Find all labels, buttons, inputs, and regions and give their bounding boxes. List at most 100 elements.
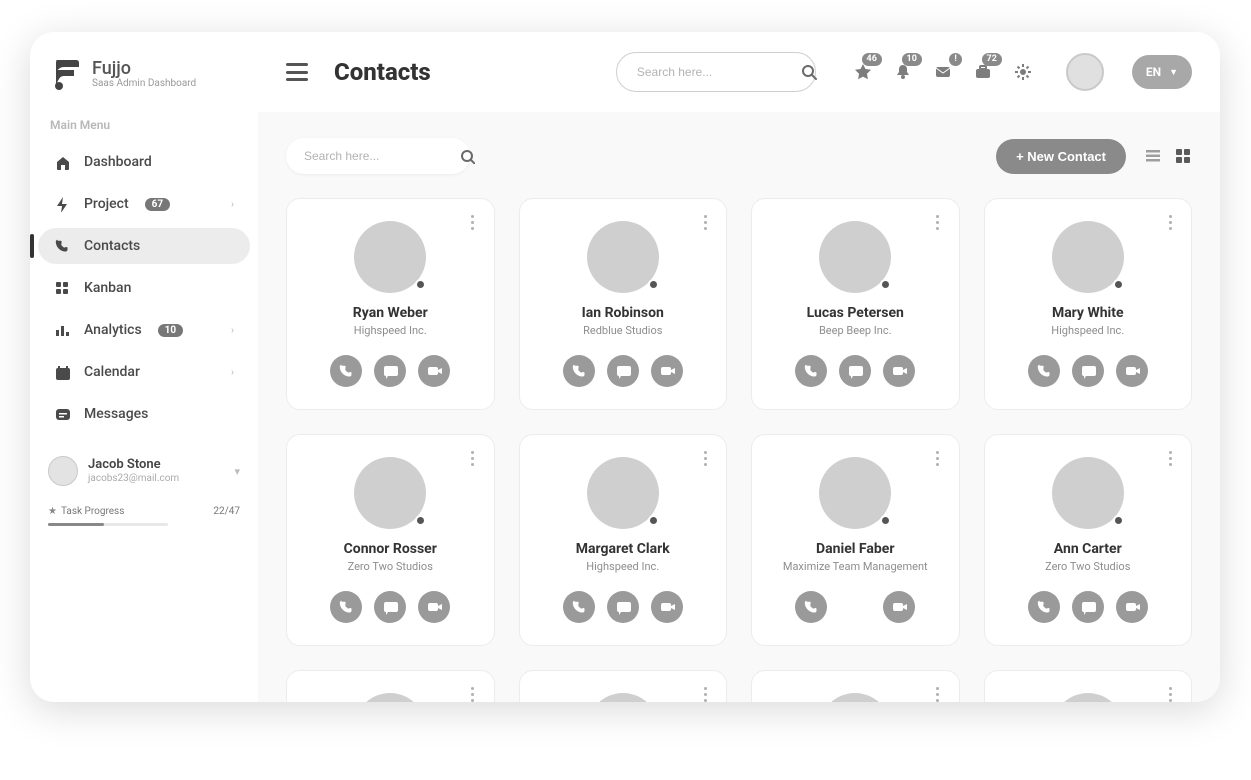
contacts-search-input[interactable]: [304, 149, 459, 163]
avatar-wrap: [819, 693, 891, 702]
chat-button[interactable]: [607, 355, 639, 387]
phone-button[interactable]: [330, 591, 362, 623]
grid-view-button[interactable]: [1174, 147, 1192, 165]
contact-name: Ian Robinson: [582, 305, 664, 321]
mail-icon: [934, 63, 952, 81]
favorites-button[interactable]: 46: [852, 61, 874, 83]
chat-button[interactable]: [374, 591, 406, 623]
contact-company: Zero Two Studios: [1045, 560, 1130, 573]
sidebar-item-kanban[interactable]: Kanban: [38, 270, 250, 306]
sidebar-item-contacts[interactable]: Contacts: [38, 228, 250, 264]
brand-subtitle: Saas Admin Dashboard: [92, 78, 196, 89]
video-button[interactable]: [883, 355, 915, 387]
card-menu-button[interactable]: [931, 449, 945, 467]
content-toolbar: + New Contact: [286, 138, 1192, 174]
sidebar-item-analytics[interactable]: Analytics 10 ›: [38, 312, 250, 348]
phone-icon: [338, 599, 354, 615]
card-menu-button[interactable]: [466, 685, 480, 702]
sidebar-item-label: Calendar: [84, 364, 140, 380]
phone-icon: [1036, 599, 1052, 615]
card-menu-button[interactable]: [466, 213, 480, 231]
contact-card: Connor Rosser Zero Two Studios: [286, 434, 495, 646]
contact-actions: [330, 591, 450, 623]
search-icon[interactable]: [800, 56, 818, 88]
contact-card: Ryan Weber Highspeed Inc.: [286, 198, 495, 410]
contact-name: Lucas Petersen: [807, 305, 904, 321]
chat-button[interactable]: [607, 591, 639, 623]
card-menu-button[interactable]: [466, 449, 480, 467]
sidebar-user-block[interactable]: Jacob Stone jacobs23@mail.com ▾: [30, 456, 258, 486]
video-button[interactable]: [1116, 355, 1148, 387]
avatar-wrap: [587, 221, 659, 293]
profile-avatar[interactable]: [1066, 53, 1104, 91]
chevron-down-icon: ▾: [234, 465, 240, 478]
card-menu-button[interactable]: [931, 685, 945, 702]
settings-button[interactable]: [1012, 61, 1034, 83]
sidebar-badge: 67: [145, 198, 170, 211]
card-menu-button[interactable]: [698, 449, 712, 467]
chat-button[interactable]: [374, 355, 406, 387]
chevron-right-icon: ›: [231, 367, 234, 378]
contact-card: Ann Carter Zero Two Studios: [984, 434, 1193, 646]
sidebar-item-label: Analytics: [84, 322, 142, 338]
topbar: Contacts 46 10 !: [258, 32, 1220, 112]
chat-icon: [847, 363, 863, 379]
card-menu-button[interactable]: [931, 213, 945, 231]
orders-badge: 72: [982, 53, 1002, 66]
video-button[interactable]: [651, 591, 683, 623]
sidebar-item-calendar[interactable]: Calendar ›: [38, 354, 250, 390]
star-icon: ★: [48, 506, 57, 517]
new-contact-button[interactable]: + New Contact: [996, 139, 1126, 174]
notifications-button[interactable]: 10: [892, 61, 914, 83]
contact-name: Ryan Weber: [353, 305, 428, 321]
video-button[interactable]: [418, 591, 450, 623]
orders-button[interactable]: 72: [972, 61, 994, 83]
chevron-right-icon: ›: [231, 199, 234, 210]
sidebar-item-project[interactable]: Project 67 ›: [38, 186, 250, 222]
search-input[interactable]: [637, 65, 792, 79]
phone-button[interactable]: [1028, 591, 1060, 623]
gear-icon: [1014, 63, 1032, 81]
card-menu-button[interactable]: [1163, 685, 1177, 702]
video-icon: [426, 363, 442, 379]
menu-toggle-icon[interactable]: [286, 63, 308, 81]
contact-card: [519, 670, 728, 702]
video-button[interactable]: [418, 355, 450, 387]
contacts-search[interactable]: [286, 138, 470, 174]
chat-button[interactable]: [1072, 355, 1104, 387]
search-icon[interactable]: [459, 143, 475, 169]
contact-card: Ian Robinson Redblue Studios: [519, 198, 728, 410]
avatar: [354, 693, 426, 702]
phone-button[interactable]: [1028, 355, 1060, 387]
contact-actions: [563, 355, 683, 387]
sidebar-item-dashboard[interactable]: Dashboard: [38, 144, 250, 180]
card-menu-button[interactable]: [698, 685, 712, 702]
main-area: Contacts 46 10 !: [258, 32, 1220, 702]
card-menu-button[interactable]: [1163, 213, 1177, 231]
video-icon: [891, 599, 907, 615]
phone-button[interactable]: [563, 591, 595, 623]
video-button[interactable]: [651, 355, 683, 387]
phone-button[interactable]: [795, 591, 827, 623]
inbox-button[interactable]: !: [932, 61, 954, 83]
chat-button[interactable]: [839, 355, 871, 387]
phone-button[interactable]: [330, 355, 362, 387]
contact-card: [286, 670, 495, 702]
chat-button[interactable]: [1072, 591, 1104, 623]
phone-button[interactable]: [795, 355, 827, 387]
video-button[interactable]: [883, 591, 915, 623]
sidebar-item-messages[interactable]: Messages: [38, 396, 250, 432]
phone-button[interactable]: [563, 355, 595, 387]
card-menu-button[interactable]: [698, 213, 712, 231]
video-button[interactable]: [1116, 591, 1148, 623]
content-area: + New Contact Ryan Weber Highspeed Inc. …: [258, 112, 1220, 702]
contact-card: Margaret Clark Highspeed Inc.: [519, 434, 728, 646]
global-search[interactable]: [616, 52, 816, 92]
language-selector[interactable]: EN ▼: [1132, 55, 1192, 89]
card-menu-button[interactable]: [1163, 449, 1177, 467]
avatar-wrap: [1052, 221, 1124, 293]
user-email: jacobs23@mail.com: [88, 473, 224, 484]
list-view-button[interactable]: [1144, 147, 1162, 165]
phone-icon: [571, 599, 587, 615]
contact-name: Mary White: [1052, 305, 1124, 321]
